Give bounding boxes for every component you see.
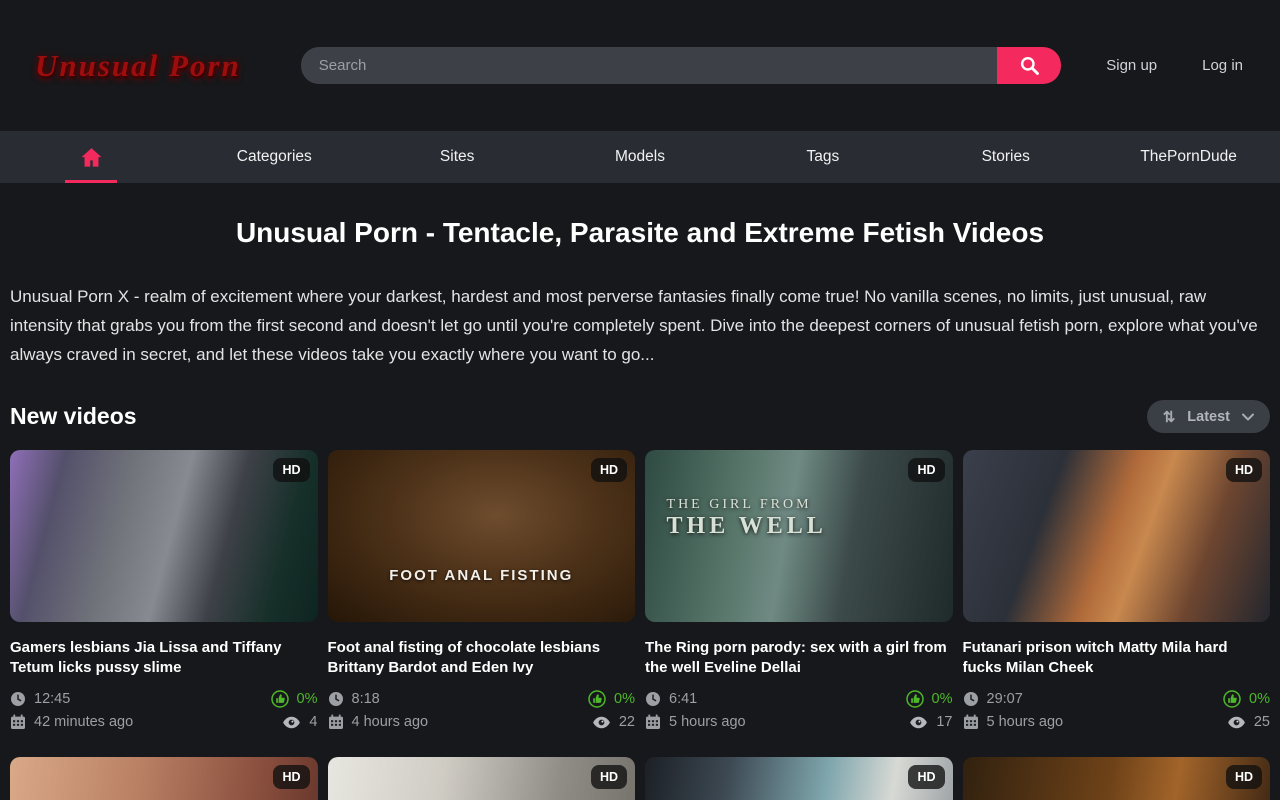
search-button[interactable] bbox=[997, 47, 1061, 84]
hd-badge: HD bbox=[591, 765, 627, 789]
hd-badge: HD bbox=[591, 458, 627, 482]
video-age: 5 hours ago bbox=[669, 714, 746, 730]
poster-line-2: THE WELL bbox=[667, 513, 827, 539]
video-age: 4 hours ago bbox=[352, 714, 429, 730]
video-card[interactable]: HD bbox=[645, 757, 953, 800]
section-header: New videos ⇅ Latest bbox=[10, 400, 1270, 433]
nav-item-home[interactable] bbox=[0, 131, 183, 183]
clock-icon bbox=[10, 691, 26, 707]
video-card[interactable]: HD THE GIRL FROM THE WELL The Ring porn … bbox=[645, 450, 953, 730]
video-age: 42 minutes ago bbox=[34, 714, 133, 730]
eye-icon bbox=[592, 716, 611, 729]
thumbs-up-icon bbox=[588, 690, 606, 708]
nav-item-tags[interactable]: Tags bbox=[731, 131, 914, 183]
sort-label: Latest bbox=[1187, 409, 1230, 425]
clock-icon bbox=[645, 691, 661, 707]
video-rating: 0% bbox=[1249, 691, 1270, 707]
calendar-icon bbox=[328, 714, 344, 730]
site-logo[interactable]: Unusual Porn bbox=[35, 48, 241, 84]
section-title: New videos bbox=[10, 403, 137, 430]
video-thumbnail[interactable]: HD bbox=[10, 450, 318, 622]
video-views: 4 bbox=[309, 714, 317, 730]
video-title[interactable]: Gamers lesbians Jia Lissa and Tiffany Te… bbox=[10, 638, 318, 678]
video-meta: 8:18 0% 4 hours ago 22 bbox=[328, 690, 636, 730]
thumbnail-overlay-text: FOOT ANAL FISTING bbox=[328, 567, 636, 584]
video-thumbnail[interactable]: HD THE GIRL FROM THE WELL bbox=[645, 450, 953, 622]
hd-badge: HD bbox=[908, 765, 944, 789]
eye-icon bbox=[282, 716, 301, 729]
video-card[interactable]: HD bbox=[10, 757, 318, 800]
video-age: 5 hours ago bbox=[987, 714, 1064, 730]
hd-badge: HD bbox=[1226, 765, 1262, 789]
signup-link[interactable]: Sign up bbox=[1106, 57, 1157, 74]
site-header: Unusual Porn Sign up Log in bbox=[0, 0, 1280, 131]
eye-icon bbox=[1227, 716, 1246, 729]
search-input[interactable] bbox=[301, 47, 997, 84]
video-card[interactable]: HD bbox=[328, 757, 636, 800]
page-description: Unusual Porn X - realm of excitement whe… bbox=[10, 282, 1270, 369]
clock-icon bbox=[963, 691, 979, 707]
video-meta: 12:45 0% 42 minutes ago 4 bbox=[10, 690, 318, 730]
video-duration: 29:07 bbox=[987, 691, 1023, 707]
video-card[interactable]: HD Futanari prison witch Matty Mila hard… bbox=[963, 450, 1271, 730]
hd-badge: HD bbox=[908, 458, 944, 482]
search-icon bbox=[1019, 55, 1040, 76]
nav-item-categories[interactable]: Categories bbox=[183, 131, 366, 183]
sort-icon: ⇅ bbox=[1163, 408, 1176, 426]
video-duration: 8:18 bbox=[352, 691, 380, 707]
hd-badge: HD bbox=[273, 458, 309, 482]
home-icon bbox=[80, 147, 103, 168]
video-duration: 6:41 bbox=[669, 691, 697, 707]
video-thumbnail[interactable]: HD bbox=[645, 757, 953, 800]
nav-item-sites[interactable]: Sites bbox=[366, 131, 549, 183]
page-title: Unusual Porn - Tentacle, Parasite and Ex… bbox=[0, 217, 1280, 249]
video-thumbnail[interactable]: HD bbox=[328, 757, 636, 800]
video-thumbnail[interactable]: HD bbox=[963, 450, 1271, 622]
video-views: 17 bbox=[936, 714, 952, 730]
thumbnail-overlay-text: THE GIRL FROM THE WELL bbox=[667, 495, 827, 540]
chevron-down-icon bbox=[1242, 413, 1254, 421]
video-rating: 0% bbox=[614, 691, 635, 707]
video-grid: HD Gamers lesbians Jia Lissa and Tiffany… bbox=[10, 450, 1270, 800]
video-thumbnail[interactable]: HD bbox=[10, 757, 318, 800]
thumbs-up-icon bbox=[1223, 690, 1241, 708]
eye-icon bbox=[909, 716, 928, 729]
calendar-icon bbox=[645, 714, 661, 730]
hd-badge: HD bbox=[273, 765, 309, 789]
poster-line-1: THE GIRL FROM bbox=[667, 497, 812, 512]
thumbs-up-icon bbox=[906, 690, 924, 708]
hd-badge: HD bbox=[1226, 458, 1262, 482]
thumbs-up-icon bbox=[271, 690, 289, 708]
video-rating: 0% bbox=[932, 691, 953, 707]
video-title[interactable]: The Ring porn parody: sex with a girl fr… bbox=[645, 638, 953, 678]
nav-item-stories[interactable]: Stories bbox=[914, 131, 1097, 183]
main-nav: Categories Sites Models Tags Stories The… bbox=[0, 131, 1280, 183]
video-title[interactable]: Futanari prison witch Matty Mila hard fu… bbox=[963, 638, 1271, 678]
video-duration: 12:45 bbox=[34, 691, 70, 707]
video-meta: 29:07 0% 5 hours ago 25 bbox=[963, 690, 1271, 730]
nav-item-models[interactable]: Models bbox=[549, 131, 732, 183]
video-views: 25 bbox=[1254, 714, 1270, 730]
video-card[interactable]: HD FOOT ANAL FISTING Foot anal fisting o… bbox=[328, 450, 636, 730]
clock-icon bbox=[328, 691, 344, 707]
calendar-icon bbox=[10, 714, 26, 730]
calendar-icon bbox=[963, 714, 979, 730]
video-card[interactable]: HD Gamers lesbians Jia Lissa and Tiffany… bbox=[10, 450, 318, 730]
video-title[interactable]: Foot anal fisting of chocolate lesbians … bbox=[328, 638, 636, 678]
video-views: 22 bbox=[619, 714, 635, 730]
login-link[interactable]: Log in bbox=[1202, 57, 1243, 74]
nav-item-theporndude[interactable]: ThePornDude bbox=[1097, 131, 1280, 183]
video-card[interactable]: HD bbox=[963, 757, 1271, 800]
video-thumbnail[interactable]: HD FOOT ANAL FISTING bbox=[328, 450, 636, 622]
sort-dropdown[interactable]: ⇅ Latest bbox=[1147, 400, 1270, 433]
video-rating: 0% bbox=[297, 691, 318, 707]
video-meta: 6:41 0% 5 hours ago 17 bbox=[645, 690, 953, 730]
video-thumbnail[interactable]: HD bbox=[963, 757, 1271, 800]
search-bar bbox=[301, 47, 1061, 84]
